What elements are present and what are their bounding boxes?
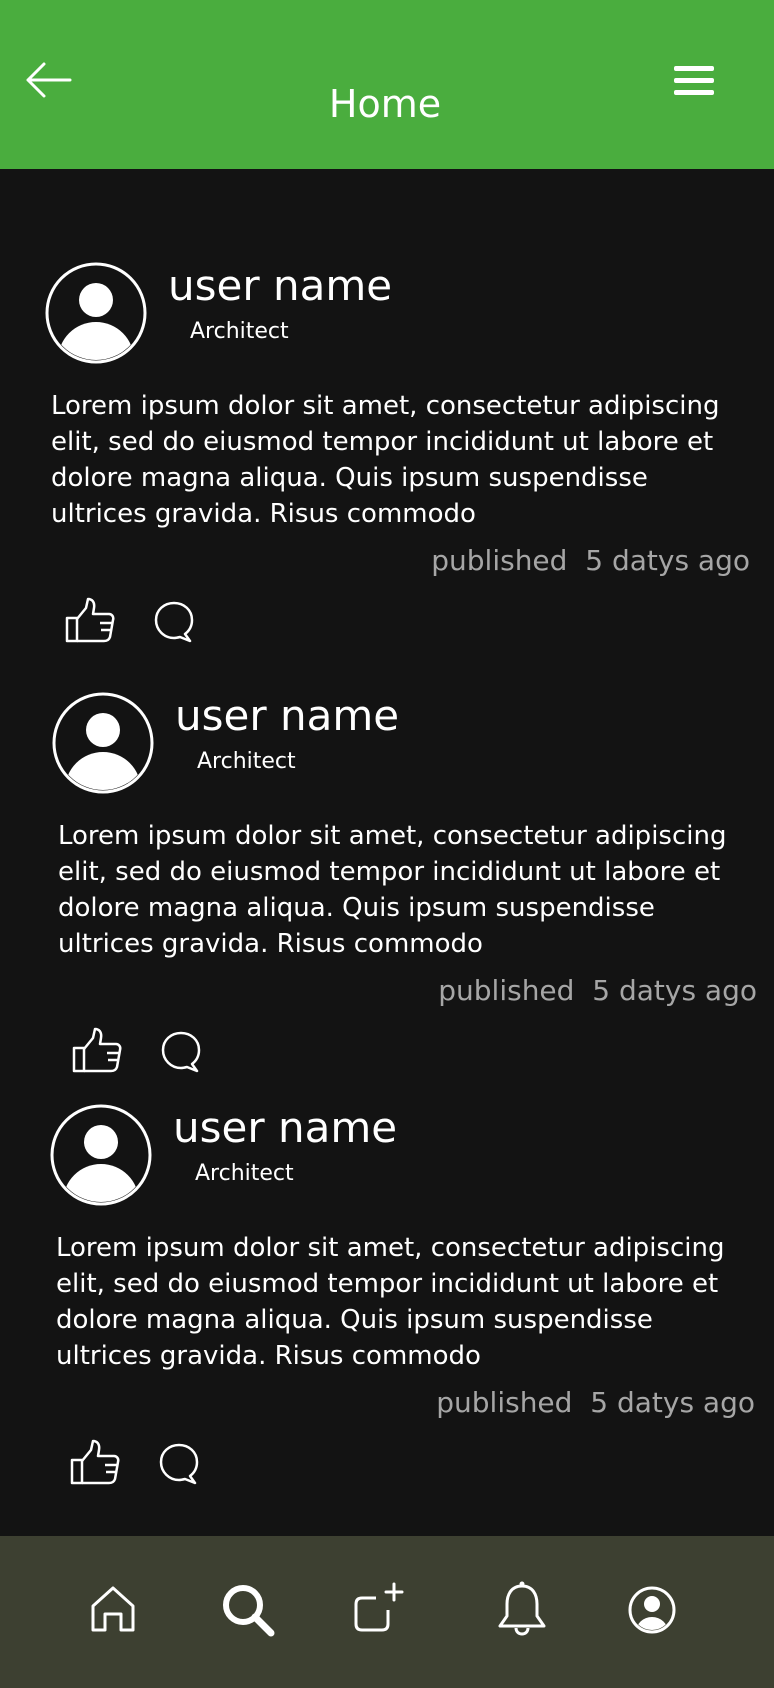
published-time: 5 datys ago [592,974,757,1007]
avatar-icon [50,1104,152,1206]
user-name[interactable]: user name [168,260,392,312]
published-info: published 5 datys ago [436,1386,755,1420]
published-time: 5 datys ago [590,1386,755,1419]
post-card: user name Architect Lorem ipsum dolor si… [0,170,774,577]
published-info: published 5 datys ago [431,544,750,578]
nav-add-post[interactable] [348,1580,408,1640]
add-post-icon [354,1582,404,1632]
user-name[interactable]: user name [173,1102,397,1154]
published-info: published 5 datys ago [438,974,757,1008]
published-time: 5 datys ago [585,544,750,577]
published-label: published [431,544,568,577]
post-card: user name Architect Lorem ipsum dolor si… [0,600,774,1007]
user-role: Architect [197,749,296,774]
like-button[interactable] [69,1438,121,1486]
comment-button[interactable] [157,1442,201,1486]
user-role: Architect [195,1161,294,1186]
nav-home[interactable] [83,1580,143,1640]
comment-bubble-icon [159,1443,199,1485]
post-card: user name Architect Lorem ipsum dolor si… [0,1012,774,1419]
hamburger-menu-icon [674,66,714,95]
home-icon [91,1586,135,1632]
nav-profile[interactable] [622,1580,682,1640]
bell-icon [498,1581,546,1636]
bottom-nav [0,1536,774,1688]
menu-button[interactable] [672,62,716,98]
user-name[interactable]: user name [175,690,399,742]
nav-search[interactable] [218,1580,278,1640]
post-text: Lorem ipsum dolor sit amet, consectetur … [58,821,727,959]
avatar-icon [52,692,154,794]
thumbs-up-icon [70,1439,120,1485]
user-role: Architect [190,319,289,344]
page-title: Home [328,82,442,126]
post-text: Lorem ipsum dolor sit amet, consectetur … [56,1233,725,1371]
search-icon [223,1585,275,1637]
published-label: published [438,974,575,1007]
post-text: Lorem ipsum dolor sit amet, consectetur … [51,391,720,529]
profile-icon [628,1586,676,1634]
published-label: published [436,1386,573,1419]
app-header: Home [0,0,774,169]
nav-notifications[interactable] [492,1580,552,1640]
avatar-icon [45,262,147,364]
